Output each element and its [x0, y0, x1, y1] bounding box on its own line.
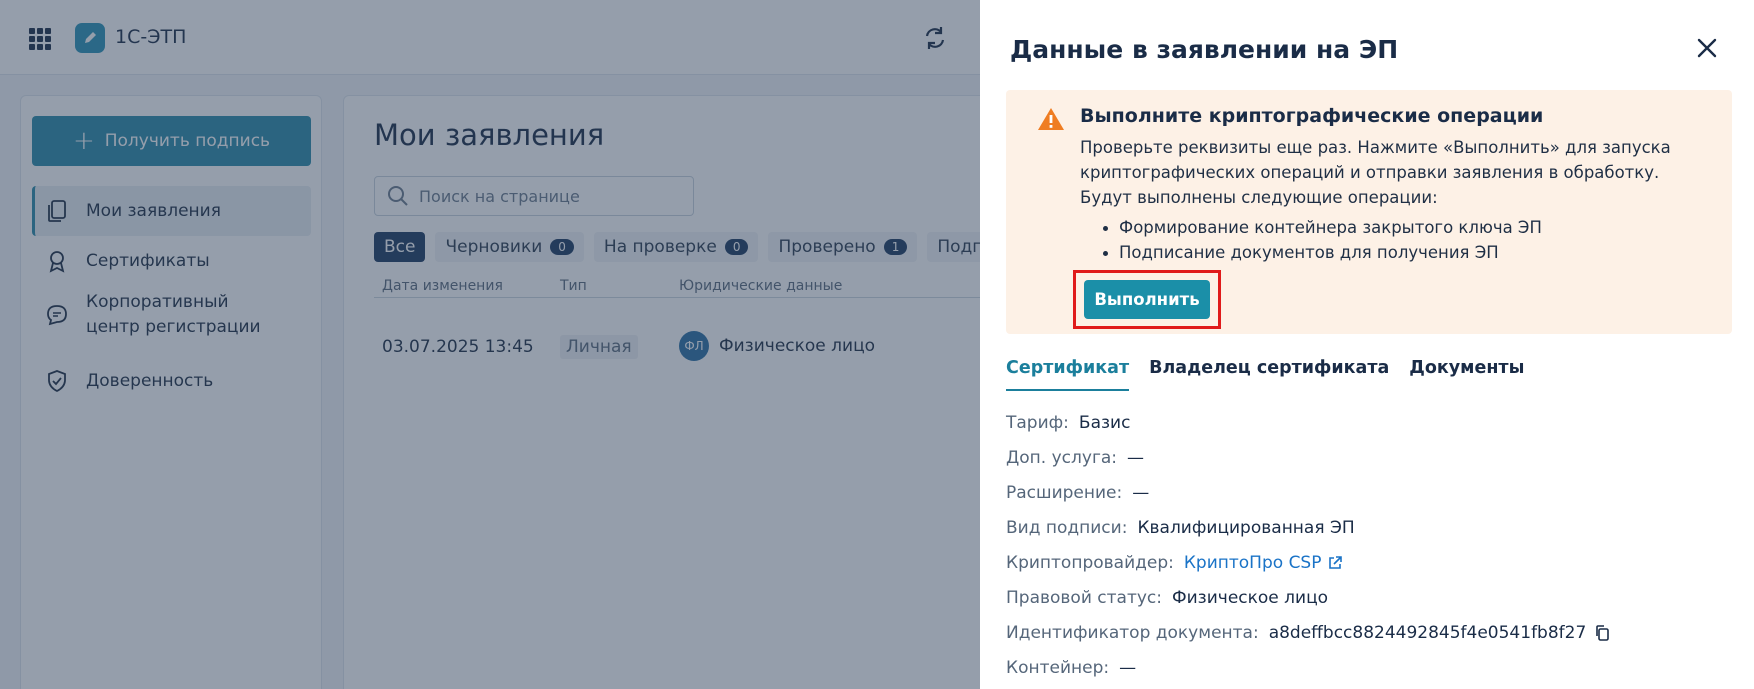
crypto-alert: Выполните криптографические операции Про… — [1006, 90, 1732, 334]
field-container: Контейнер: — — [1006, 650, 1610, 685]
operation-item: Формирование контейнера закрытого ключа … — [1103, 215, 1542, 240]
side-panel: Данные в заявлении на ЭП Выполните крипт… — [980, 0, 1754, 689]
alert-text-line: криптографических операций и отправки за… — [1080, 163, 1660, 182]
field-key: Расширение: — [1006, 482, 1123, 503]
field-tariff: Тариф: Базис — [1006, 405, 1610, 440]
field-value: Физическое лицо — [1172, 587, 1329, 608]
tab-certificate[interactable]: Сертификат — [1006, 355, 1130, 391]
crypto-provider-link[interactable]: КриптоПро CSP — [1184, 553, 1344, 573]
field-key: Вид подписи: — [1006, 517, 1128, 538]
field-document-id: Идентификатор документа: a8deffbcc882449… — [1006, 615, 1610, 650]
field-key: Идентификатор документа: — [1006, 622, 1259, 643]
field-key: Контейнер: — [1006, 657, 1110, 678]
field-legal-status: Правовой статус: Физическое лицо — [1006, 580, 1610, 615]
warning-icon — [1038, 108, 1064, 130]
field-value: — — [1119, 657, 1137, 678]
alert-text: Проверьте реквизиты еще раз. Нажмите «Вы… — [1080, 135, 1700, 210]
tab-certificate-owner[interactable]: Владелец сертификата — [1149, 355, 1389, 391]
field-extension: Расширение: — — [1006, 475, 1610, 510]
field-key: Криптопровайдер: — [1006, 552, 1174, 573]
field-value: — — [1127, 447, 1145, 468]
certificate-fields: Тариф: Базис Доп. услуга: — Расширение: … — [1006, 405, 1610, 685]
field-key: Тариф: — [1006, 412, 1069, 433]
alert-title: Выполните криптографические операции — [1080, 105, 1544, 127]
execute-button-highlight: Выполнить — [1073, 270, 1221, 329]
field-signature-type: Вид подписи: Квалифицированная ЭП — [1006, 510, 1610, 545]
field-key: Правовой статус: — [1006, 587, 1162, 608]
field-value: — — [1132, 482, 1150, 503]
field-value: Базис — [1078, 412, 1131, 433]
alert-text-line: Будут выполнены следующие операции: — [1080, 188, 1438, 207]
tab-documents[interactable]: Документы — [1409, 355, 1524, 391]
field-crypto-provider: Криптопровайдер: КриптоПро CSP — [1006, 545, 1610, 580]
copy-icon[interactable] — [1594, 624, 1610, 642]
field-value: a8deffbcc8824492845f4e0541fb8f27 — [1268, 622, 1587, 643]
field-extra-service: Доп. услуга: — — [1006, 440, 1610, 475]
panel-tabs: Сертификат Владелец сертификата Документ… — [1006, 355, 1524, 391]
modal-overlay[interactable] — [0, 0, 980, 689]
operations-list: Формирование контейнера закрытого ключа … — [1103, 215, 1542, 265]
field-value: Квалифицированная ЭП — [1137, 517, 1355, 538]
field-key: Доп. услуга: — [1006, 447, 1118, 468]
execute-button[interactable]: Выполнить — [1084, 280, 1210, 319]
panel-title: Данные в заявлении на ЭП — [1010, 35, 1399, 64]
link-label: КриптоПро CSP — [1183, 552, 1322, 573]
alert-text-line: Проверьте реквизиты еще раз. Нажмите «Вы… — [1080, 138, 1671, 157]
operation-item: Подписание документов для получения ЭП — [1103, 240, 1542, 265]
external-link-icon — [1329, 555, 1343, 569]
close-icon[interactable] — [1696, 37, 1718, 59]
